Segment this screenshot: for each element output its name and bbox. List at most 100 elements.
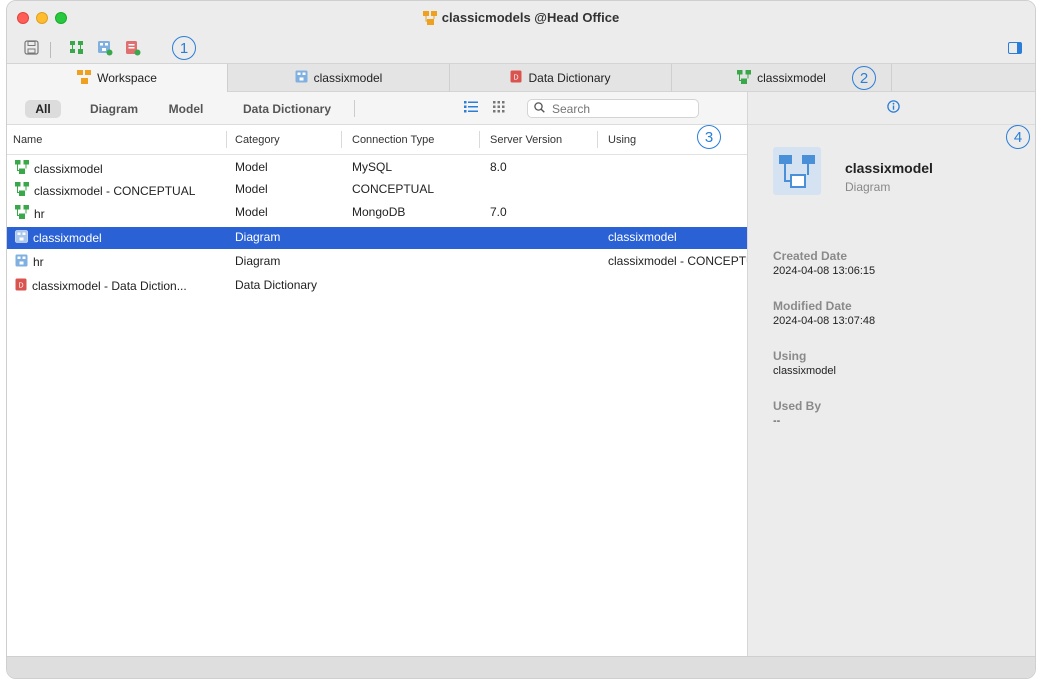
new-model-icon <box>69 40 85 59</box>
table-row[interactable]: hr Diagram classixmodel - CONCEPTUAL <box>7 251 747 273</box>
new-diagram-button[interactable] <box>95 39 115 59</box>
column-header-using[interactable]: Using <box>608 134 636 146</box>
row-using: classixmodel <box>608 230 677 244</box>
app-window: classicmodels @Head Office 1 Workspace c… <box>6 0 1036 679</box>
row-name: classixmodel <box>34 161 103 176</box>
table-row[interactable]: D classixmodel - Data Diction... Data Di… <box>7 275 747 297</box>
info-object-type: Diagram <box>845 180 891 194</box>
row-category: Diagram <box>235 254 281 268</box>
row-server-version: 8.0 <box>490 160 507 174</box>
filter-data-dictionary-button[interactable]: Data Dictionary <box>229 100 345 118</box>
column-header-category[interactable]: Category <box>235 134 280 146</box>
new-diagram-icon <box>97 40 113 59</box>
info-panel-header <box>748 92 1035 125</box>
table-row-selected[interactable]: classixmodel Diagram classixmodel <box>7 227 747 249</box>
toggle-sidebar-button[interactable] <box>1005 39 1025 59</box>
model-icon <box>15 160 29 177</box>
created-date-label: Created Date <box>773 249 848 263</box>
new-data-dictionary-icon <box>125 40 141 59</box>
table-row[interactable]: classixmodel - CONCEPTUAL Model CONCEPTU… <box>7 179 747 201</box>
callout-marker-4: 4 <box>1006 125 1030 149</box>
filter-diagram-button[interactable]: Diagram <box>79 100 149 118</box>
grid-view-icon <box>493 100 505 116</box>
column-divider[interactable] <box>597 131 598 148</box>
diagram-icon <box>15 230 28 246</box>
filter-all-button[interactable]: All <box>25 100 61 118</box>
row-category: Model <box>235 205 268 219</box>
window-title-text: classicmodels @Head Office <box>441 10 620 25</box>
workspace-icon <box>77 69 92 87</box>
modified-date-value: 2024-04-08 13:07:48 <box>773 315 876 327</box>
diagram-icon <box>15 254 28 270</box>
row-connection-type: MongoDB <box>352 205 406 219</box>
save-button[interactable] <box>21 39 41 59</box>
info-panel: 4 classixmodel Diagram Created Date 2024… <box>747 92 1035 656</box>
table-header: Name Category Connection Type Server Ver… <box>7 125 747 155</box>
row-name-cell: classixmodel <box>15 230 227 246</box>
column-header-server-version[interactable]: Server Version <box>490 134 562 146</box>
callout-marker-3: 3 <box>697 125 721 149</box>
modified-date-label: Modified Date <box>773 299 852 313</box>
row-name-cell: hr <box>15 254 227 270</box>
document-tab-bar: Workspace classixmodel D Data Dictionary… <box>7 63 1035 92</box>
tab-label: Workspace <box>97 71 157 85</box>
new-model-button[interactable] <box>67 39 87 59</box>
row-name-cell: classixmodel - CONCEPTUAL <box>15 182 227 199</box>
used-by-label: Used By <box>773 399 822 413</box>
tab-label: classixmodel <box>313 71 383 85</box>
filter-separator <box>354 100 355 117</box>
tab-data-dictionary[interactable]: D Data Dictionary <box>450 64 672 92</box>
row-category: Data Dictionary <box>235 278 318 292</box>
column-divider[interactable] <box>226 131 227 148</box>
search-input[interactable] <box>550 100 694 117</box>
search-icon <box>534 101 545 116</box>
row-name: classixmodel <box>33 231 102 245</box>
tab-diagram-classixmodel[interactable]: classixmodel <box>228 64 450 92</box>
callout-marker-1: 1 <box>172 36 196 60</box>
column-divider[interactable] <box>341 131 342 148</box>
row-name: hr <box>34 206 45 221</box>
tab-label: Data Dictionary <box>528 71 611 85</box>
row-name-cell: D classixmodel - Data Diction... <box>15 278 227 294</box>
row-category: Diagram <box>235 230 281 244</box>
row-connection-type: CONCEPTUAL <box>352 182 435 196</box>
created-date-value: 2024-04-08 13:06:15 <box>773 265 876 277</box>
filter-model-button[interactable]: Model <box>159 100 213 118</box>
data-dictionary-icon: D <box>15 278 27 294</box>
column-header-connection-type[interactable]: Connection Type <box>352 134 434 146</box>
status-bar <box>7 656 1035 678</box>
new-data-dictionary-button[interactable] <box>123 39 143 59</box>
model-icon <box>15 205 29 222</box>
row-using: classixmodel - CONCEPTUAL <box>608 254 747 268</box>
info-icon <box>886 100 900 116</box>
column-header-name[interactable]: Name <box>13 134 42 146</box>
svg-text:D: D <box>18 283 23 290</box>
toolbar-separator <box>50 42 51 58</box>
table-row[interactable]: classixmodel Model MySQL 8.0 <box>7 157 747 179</box>
using-label: Using <box>773 349 807 363</box>
svg-text:D: D <box>514 75 519 82</box>
tab-workspace[interactable]: Workspace <box>7 64 228 92</box>
row-name: hr <box>33 255 44 269</box>
window-title: classicmodels @Head Office <box>7 10 1035 28</box>
tab-label: classixmodel <box>757 71 826 85</box>
callout-marker-2: 2 <box>852 66 876 90</box>
grid-view-button[interactable] <box>489 98 509 118</box>
used-by-value: -- <box>773 415 781 427</box>
info-tab-button[interactable] <box>883 98 903 118</box>
search-field[interactable] <box>527 99 699 118</box>
row-connection-type: MySQL <box>352 160 393 174</box>
list-view-button[interactable] <box>461 98 481 118</box>
using-value: classixmodel <box>773 365 836 377</box>
data-dictionary-icon: D <box>510 70 522 86</box>
info-object-name: classixmodel <box>845 160 933 176</box>
row-name: classixmodel - CONCEPTUAL <box>34 183 196 198</box>
save-icon <box>23 40 39 58</box>
toolbar: 1 <box>7 35 1035 63</box>
workspace-icon <box>422 11 437 28</box>
table-row[interactable]: hr Model MongoDB 7.0 <box>7 202 747 224</box>
column-divider[interactable] <box>479 131 480 148</box>
diagram-icon <box>295 70 308 86</box>
list-view-icon <box>464 100 478 116</box>
row-server-version: 7.0 <box>490 205 507 219</box>
